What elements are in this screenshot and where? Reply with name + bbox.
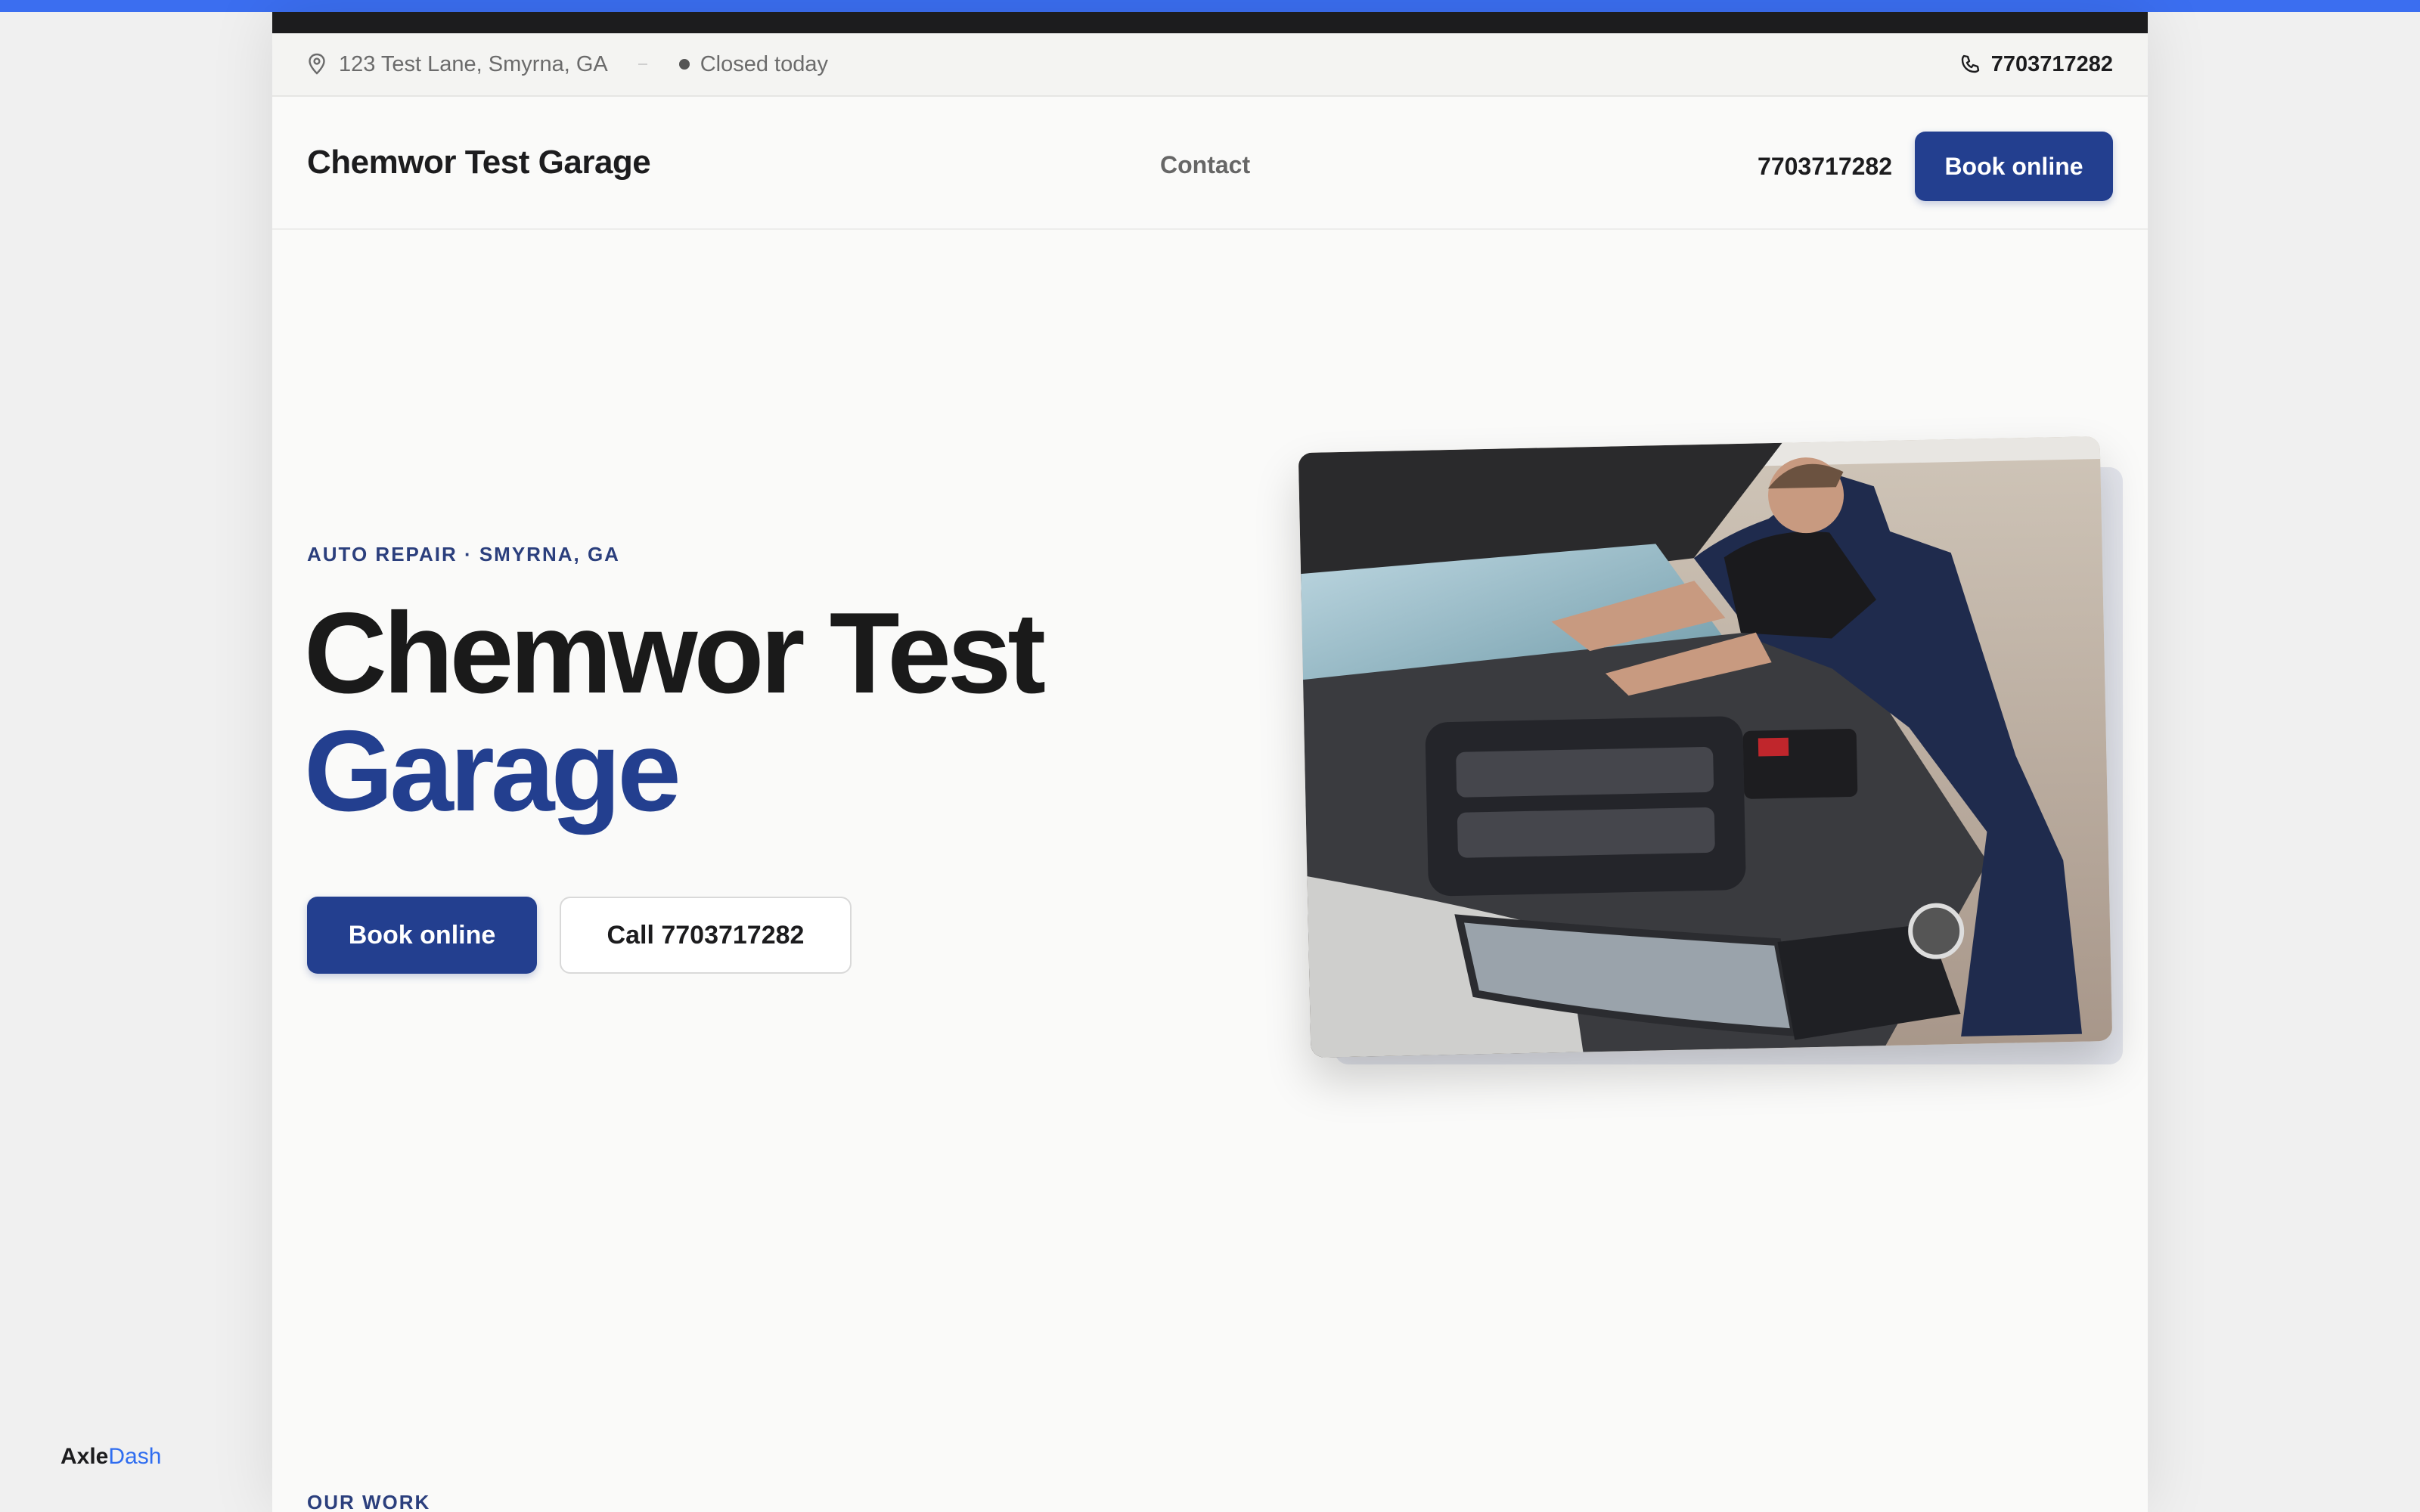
website-preview: 123 Test Lane, Smyrna, GA Closed today 7… bbox=[272, 12, 2148, 1512]
utility-bar: 123 Test Lane, Smyrna, GA Closed today 7… bbox=[272, 33, 2148, 97]
address-text: 123 Test Lane, Smyrna, GA bbox=[339, 51, 608, 76]
brand-logo[interactable]: Chemwor Test Garage bbox=[307, 144, 651, 181]
nav-actions: 7703717282 Book online bbox=[1758, 132, 2113, 201]
top-accent-bar bbox=[0, 0, 2420, 12]
our-work-kicker: OUR WORK bbox=[307, 1491, 431, 1512]
utility-phone-text: 7703717282 bbox=[1990, 51, 2113, 76]
status-item: Closed today bbox=[678, 51, 828, 77]
brand-part-axle: Axle bbox=[60, 1444, 109, 1469]
hero-actions: Book online Call 7703717282 bbox=[307, 897, 852, 974]
hero-title-line2: Garage bbox=[304, 707, 681, 835]
nav-link-contact[interactable]: Contact bbox=[1160, 151, 1250, 179]
hero-image-mechanic bbox=[1298, 435, 2113, 1058]
hero-title-line1: Chemwor Test bbox=[304, 589, 1046, 717]
hero-call-button[interactable]: Call 7703717282 bbox=[560, 897, 852, 974]
axledash-brand[interactable]: AxleDash bbox=[60, 1444, 161, 1470]
main-navbar: Chemwor Test Garage Contact 7703717282 B… bbox=[272, 97, 2148, 230]
dark-strip bbox=[272, 12, 2148, 33]
status-text: Closed today bbox=[700, 51, 828, 76]
hero-book-online-button[interactable]: Book online bbox=[307, 897, 537, 974]
hero-kicker: AUTO REPAIR · SMYRNA, GA bbox=[307, 543, 620, 565]
utility-phone-link[interactable]: 7703717282 bbox=[1959, 52, 2113, 77]
separator bbox=[638, 64, 647, 65]
status-dot bbox=[678, 59, 690, 70]
map-pin-icon bbox=[307, 53, 327, 76]
address-item: 123 Test Lane, Smyrna, GA bbox=[307, 52, 608, 77]
nav-phone-link[interactable]: 7703717282 bbox=[1758, 153, 1892, 181]
nav-book-online-button[interactable]: Book online bbox=[1915, 132, 2113, 201]
brand-part-dash: Dash bbox=[108, 1444, 162, 1469]
phone-icon bbox=[1959, 54, 1981, 75]
mechanic-photo-illustration bbox=[1298, 435, 2113, 1058]
hero-image-container bbox=[1298, 435, 2123, 1064]
hero-title: Chemwor Test Garage bbox=[304, 594, 1046, 835]
utility-left: 123 Test Lane, Smyrna, GA Closed today bbox=[307, 52, 828, 77]
